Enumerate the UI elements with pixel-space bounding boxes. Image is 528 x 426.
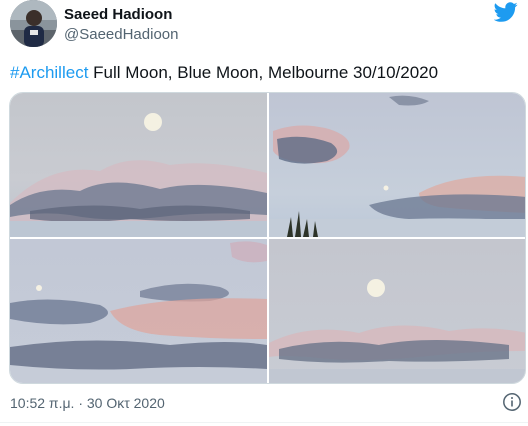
- media-grid: [9, 92, 526, 384]
- photo-3[interactable]: [10, 239, 267, 383]
- tweet-body: Full Moon, Blue Moon, Melbourne 30/10/20…: [88, 63, 439, 82]
- tweet-timestamp[interactable]: 10:52 π.μ. · 30 Οκτ 2020: [10, 394, 165, 412]
- photo-2[interactable]: [269, 93, 525, 237]
- divider: [0, 422, 528, 423]
- photo-1[interactable]: [10, 93, 267, 237]
- tweet-text: #Archillect Full Moon, Blue Moon, Melbou…: [10, 61, 520, 85]
- tweet-header: Saeed Hadioon @SaeedHadioon: [8, 0, 520, 56]
- hashtag-link[interactable]: #Archillect: [10, 63, 88, 82]
- twitter-bird-icon[interactable]: [493, 0, 518, 24]
- photo-4[interactable]: [269, 239, 525, 383]
- author-display-name[interactable]: Saeed Hadioon: [64, 6, 178, 24]
- avatar[interactable]: [10, 0, 57, 47]
- info-icon[interactable]: [502, 392, 522, 412]
- author-handle[interactable]: @SaeedHadioon: [64, 25, 178, 45]
